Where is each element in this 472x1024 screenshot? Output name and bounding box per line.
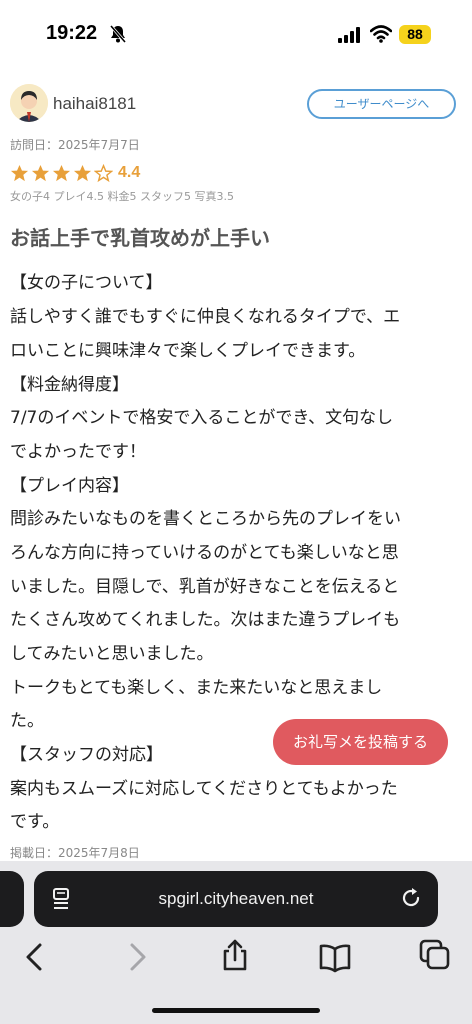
status-bar: 19:22 88 (0, 0, 472, 70)
bookmarks-icon[interactable] (319, 941, 351, 973)
home-indicator (152, 1008, 320, 1013)
review-line: 【スタッフの対応】 (10, 745, 163, 765)
review-line: してみたいと思いました。 (10, 644, 214, 664)
review-line: です。 (10, 812, 60, 832)
review-line: でよかったです！ (10, 442, 146, 462)
back-icon[interactable] (20, 941, 52, 973)
rating-value: 4.4 (118, 164, 141, 181)
star-filled-icon (10, 164, 29, 181)
username[interactable]: haihai8181 (53, 94, 136, 114)
star-rating: 4.4 (10, 162, 140, 184)
review-title: お話上手で乳首攻めが上手い (10, 226, 270, 250)
battery-indicator: 88 (399, 25, 431, 44)
review-line: 【女の子について】 (10, 273, 163, 293)
cellular-signal-icon (338, 27, 360, 43)
post-date: 掲載日：2025年7月8日 (10, 846, 140, 860)
review-line: 【料金納得度】 (10, 375, 129, 395)
post-thanks-photo-button[interactable]: お礼写メを投稿する (273, 719, 448, 765)
status-time: 19:22 (46, 22, 98, 44)
star-empty-icon (94, 163, 113, 182)
star-filled-icon (52, 164, 71, 181)
review-line: 問診みたいなものを書くところから先のプレイをい (10, 509, 401, 529)
bell-slash-icon (109, 25, 127, 43)
review-line: 7/7のイベントで格安で入ることができ、文句なし (10, 408, 394, 428)
review-line: たくさん攻めてくれました。次はまた違うプレイも (10, 610, 401, 630)
visit-date: 訪問日：2025年7月7日 (10, 138, 140, 152)
reload-icon[interactable] (400, 887, 422, 909)
forward-icon[interactable] (120, 941, 152, 973)
review-line: ろんな方向に持っていけるのがとても楽しいなと思 (10, 543, 399, 563)
star-filled-icon (31, 164, 50, 181)
review-line: 話しやすく誰でもすぐに仲良くなれるタイプで、エ (10, 307, 401, 327)
sub-ratings: 女の子4 プレイ4.5 料金5 スタッフ5 写真3.5 (10, 190, 234, 203)
review-line: トークもとても楽しく、また来たいなと思えまし (10, 678, 383, 698)
review-line: ロいことに興味津々で楽しくプレイできます。 (10, 341, 366, 361)
user-page-button[interactable]: ユーザーページへ (307, 89, 456, 119)
user-avatar-icon (10, 84, 48, 122)
star-filled-icon (73, 164, 92, 181)
review-line: 案内もスムーズに対応してくださりとてもよかった (10, 779, 398, 799)
share-icon[interactable] (219, 939, 251, 971)
review-line: 【プレイ内容】 (10, 476, 129, 496)
wifi-icon (370, 25, 392, 43)
review-line: いました。目隠しで、乳首が好きなことを伝えると (10, 577, 400, 597)
review-line: た。 (10, 711, 44, 731)
tabs-icon[interactable] (419, 939, 451, 971)
avatar[interactable] (10, 84, 48, 122)
